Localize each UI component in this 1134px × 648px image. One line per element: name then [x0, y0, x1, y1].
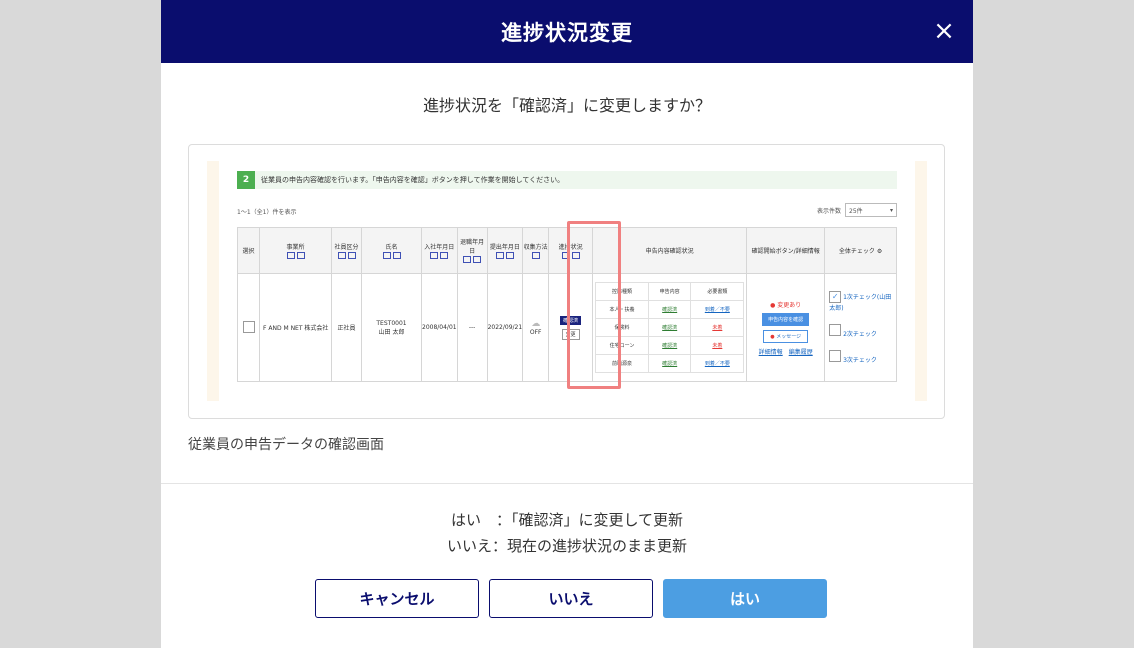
- row-checkbox: [242, 320, 255, 333]
- step-number: 2: [237, 171, 255, 189]
- per-page-control: 表示件数 25件 ▾: [817, 203, 897, 217]
- cancel-button[interactable]: キャンセル: [315, 579, 479, 618]
- action-buttons: キャンセル いいえ はい: [315, 579, 827, 618]
- close-icon[interactable]: ×: [929, 16, 959, 46]
- per-page-select: 25件 ▾: [845, 203, 897, 217]
- dialog-header: 進捗状況変更 ×: [161, 0, 973, 63]
- cloud-icon: ☁: [531, 319, 541, 329]
- preview-image-frame: 2 従業員の申告内容確認を行います。「申告内容を確認」ボタンを押して作業を開始し…: [188, 144, 945, 419]
- yes-button[interactable]: はい: [663, 579, 827, 618]
- result-count: 1〜1（全1）件を表示: [237, 209, 297, 216]
- step-text: 従業員の申告内容確認を行います。「申告内容を確認」ボタンを押して作業を開始してく…: [261, 176, 565, 184]
- progress-column-highlight: [567, 221, 621, 389]
- step-banner: 2 従業員の申告内容確認を行います。「申告内容を確認」ボタンを押して作業を開始し…: [237, 171, 897, 189]
- no-button[interactable]: いいえ: [489, 579, 653, 618]
- check-icon: ✓: [829, 291, 842, 303]
- alert-icon: ●: [770, 333, 775, 340]
- alert-icon: ●: [770, 301, 776, 309]
- confirm-question: 進捗状況を「確認済」に変更しますか？: [422, 96, 711, 115]
- chevron-down-icon: ▾: [889, 206, 893, 214]
- progress-change-dialog: 進捗状況変更 × 進捗状況を「確認済」に変更しますか？ 2 従業員の申告内容確認…: [161, 0, 973, 648]
- explain-yes: はい ：「確認済」に変更して更新: [450, 511, 684, 529]
- gear-icon: ⚙: [876, 248, 883, 255]
- option-explanation: はい ：「確認済」に変更して更新 いいえ：現在の進捗状況のまま更新: [161, 507, 973, 559]
- divider: [161, 483, 973, 484]
- dialog-title: 進捗状況変更: [501, 20, 633, 45]
- preview-caption: 従業員の申告データの確認画面: [188, 437, 384, 453]
- explain-no: いいえ：現在の進捗状況のまま更新: [446, 537, 687, 555]
- preview-screenshot: 2 従業員の申告内容確認を行います。「申告内容を確認」ボタンを押して作業を開始し…: [207, 161, 927, 401]
